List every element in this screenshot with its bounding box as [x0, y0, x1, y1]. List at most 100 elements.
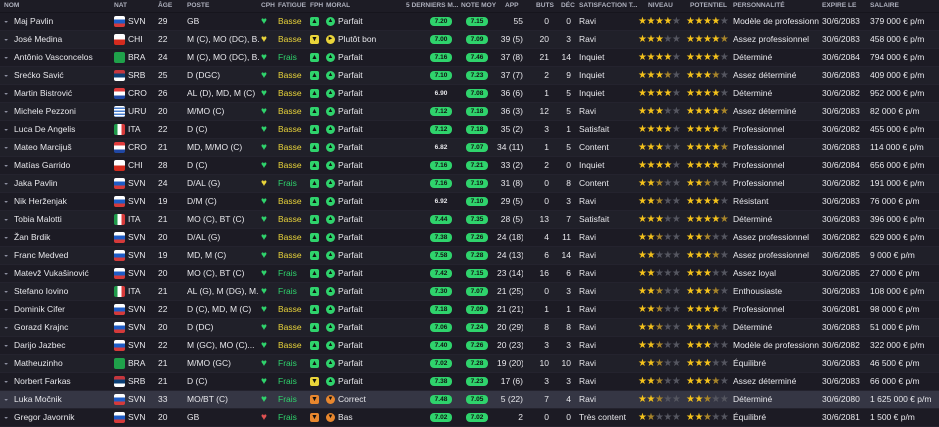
appearances: 17 (6) — [500, 376, 523, 386]
table-row[interactable]: ◒ Matías Garrido CHI 28 D (C) ♥ Basse ▲ ▲ Parfait… — [0, 157, 939, 175]
table-row[interactable]: ◒ Norbert Farkas SRB 21 D (C) ♥ Frais ▼ ▲ Parfait… — [0, 373, 939, 391]
goals: 4 — [544, 232, 549, 242]
player-name[interactable]: Mateo Marcijuš — [14, 139, 108, 156]
table-row[interactable]: ◒ José Medina CHI 22 M (C), MO (DC), B... ♥ Ba… — [0, 31, 939, 49]
table-row[interactable]: ◒ Mateo Marcijuš CRO 21 MD, M/MO (C) ♥ Basse ▲ ▲… — [0, 139, 939, 157]
goals: 8 — [544, 322, 549, 332]
potential-stars: ★★★★★ — [686, 322, 729, 333]
table-row[interactable]: ◒ Martin Bistrović CRO 26 AL (D), MD, M (C) ♥… — [0, 85, 939, 103]
avg-rating-pill: 7.24 — [466, 323, 488, 332]
salary: 396 000 € p/m — [870, 214, 925, 224]
player-name[interactable]: Darijo Jazbec — [14, 337, 108, 354]
player-name[interactable]: Matías Garrido — [14, 157, 108, 174]
table-row[interactable]: ◒ Srećko Savić SRB 25 D (DGC) ♥ Basse ▲ ▲ Parfait… — [0, 67, 939, 85]
player-name[interactable]: Gregor Javornik — [14, 409, 108, 426]
player-name[interactable]: Žan Brdik — [14, 229, 108, 246]
ability-stars: ★★★★★ — [638, 394, 681, 405]
player-name[interactable]: Matevž Vukašinović — [14, 265, 108, 282]
col-header-nat[interactable]: NAT — [114, 2, 127, 9]
table-row[interactable]: ◒ Maj Pavlin SVN 29 GB ♥ Basse ▲ ▲ Parfait 7.20 7.1… — [0, 13, 939, 31]
morale-icon: ▲ — [326, 161, 335, 170]
fatigue: Basse — [278, 16, 302, 26]
table-row[interactable]: ◒ Jaka Pavlin SVN 24 D/AL (G) ♥ Frais ▲ ▲ Parfait… — [0, 175, 939, 193]
col-header-age[interactable]: ÂGE — [158, 2, 172, 9]
player-name[interactable]: Srećko Savić — [14, 67, 108, 84]
personality: Assez loyal — [733, 268, 776, 278]
goals: 10 — [539, 358, 549, 368]
player-name[interactable]: José Medina — [14, 31, 108, 48]
col-header-moral[interactable]: MORAL — [326, 2, 350, 9]
morale: Parfait — [338, 16, 363, 26]
satisfaction: Inquiet — [579, 160, 605, 170]
appearances: 36 (3) — [500, 106, 523, 116]
table-row[interactable]: ◒ Nik Herženjak SVN 19 D/M (C) ♥ Basse ▲ ▲ Parfai… — [0, 193, 939, 211]
player-name[interactable]: Antônio Vasconcelos — [14, 49, 108, 66]
player-name[interactable]: Luca De Angelis — [14, 121, 108, 138]
form-rating-pill: 7.38 — [430, 233, 452, 242]
morale-icon: ▲ — [326, 197, 335, 206]
player-name[interactable]: Maj Pavlin — [14, 13, 108, 30]
table-row[interactable]: ◒ Tobia Malotti ITA 21 MO (C), BT (C) ♥ Basse ▲… — [0, 211, 939, 229]
table-row[interactable]: ◒ Matevž Vukašinović SVN 20 MO (C), BT (C) ♥ F… — [0, 265, 939, 283]
table-row[interactable]: ◒ Franc Medved SVN 19 MD, M (C) ♥ Basse ▲ ▲ Parfa… — [0, 247, 939, 265]
col-header-salaire[interactable]: SALAIRE — [870, 2, 899, 9]
table-row[interactable]: ◒ Luca De Angelis ITA 22 D (C) ♥ Basse ▲ ▲ Parfai… — [0, 121, 939, 139]
player-name[interactable]: Dominik Cifer — [14, 301, 108, 318]
player-name[interactable]: Gorazd Krajnc — [14, 319, 108, 336]
table-row[interactable]: ◒ Gorazd Krajnc SVN 20 D (DC) ♥ Basse ▲ ▲ Parfait… — [0, 319, 939, 337]
player-name[interactable]: Jaka Pavlin — [14, 175, 108, 192]
col-header-personnalite[interactable]: PERSONNALITÉ — [733, 2, 785, 9]
table-row[interactable]: ◒ Matheuzinho BRA 21 M/MO (GC) ♥ Frais ▲ ▲ Parfai… — [0, 355, 939, 373]
col-header-app[interactable]: APP — [505, 2, 519, 9]
col-header-satisfaction[interactable]: SATISFACTION T... — [579, 2, 638, 9]
table-row[interactable]: ◒ Gregor Javornik SVN 20 GB ♥ Frais ▼ ▼ Bas 7.02 7.… — [0, 409, 939, 427]
player-icon: ◒ — [4, 234, 9, 241]
position: D (DGC) — [187, 70, 221, 80]
table-row[interactable]: ◒ Stefano Iovino ITA 21 AL (G), M (DG), M...… — [0, 283, 939, 301]
table-row[interactable]: ◒ Žan Brdik SVN 20 D/AL (G) ♥ Basse ▲ ▲ Parfait 7.… — [0, 229, 939, 247]
col-header-expire[interactable]: EXPIRE LE — [822, 2, 856, 9]
table-row[interactable]: ◒ Michele Pezzoni URU 20 M/MO (C) ♥ Basse ▲ ▲ Par… — [0, 103, 939, 121]
col-header-forme[interactable]: 5 DERNIERS M... — [406, 2, 458, 9]
recent-form-bars — [406, 90, 430, 98]
col-header-poste[interactable]: POSTE — [187, 2, 209, 9]
player-name[interactable]: Franc Medved — [14, 247, 108, 264]
col-header-potentiel[interactable]: POTENTIEL — [690, 2, 727, 9]
nationality: SVN — [128, 250, 146, 260]
player-name[interactable]: Stefano Iovino — [14, 283, 108, 300]
table-row[interactable]: ◒ Luka Močnik SVN 33 MO/BT (C) ♥ Frais ▼ ▼ Correc… — [0, 391, 939, 409]
col-header-dec[interactable]: DÉC — [561, 2, 575, 9]
potential-stars: ★★★★★ — [686, 412, 729, 423]
player-name[interactable]: Norbert Farkas — [14, 373, 108, 390]
player-name[interactable]: Tobia Malotti — [14, 211, 108, 228]
position: D/M (C) — [187, 196, 217, 206]
col-header-note[interactable]: NOTE MOY — [461, 2, 496, 9]
player-name[interactable]: Nik Herženjak — [14, 193, 108, 210]
salary: 794 000 € p/m — [870, 52, 925, 62]
match-fitness-icon: ▼ — [310, 413, 319, 422]
assists: 14 — [561, 52, 571, 62]
table-row[interactable]: ◒ Antônio Vasconcelos BRA 24 M (C), MO (DC),… — [0, 49, 939, 67]
assists: 5 — [566, 88, 571, 98]
table-row[interactable]: ◒ Darijo Jazbec SVN 22 M (GC), MO (C)... ♥ Bas… — [0, 337, 939, 355]
player-name[interactable]: Matheuzinho — [14, 355, 108, 372]
col-header-fph[interactable]: FPH — [310, 2, 323, 9]
avg-rating-pill: 7.18 — [466, 107, 488, 116]
contract-expiry: 30/6/2085 — [822, 268, 860, 278]
col-header-niveau[interactable]: NIVEAU — [648, 2, 673, 9]
recent-form-bars — [406, 18, 430, 26]
col-header-buts[interactable]: BUTS — [536, 2, 554, 9]
morale-icon: ▲ — [326, 17, 335, 26]
col-header-cph[interactable]: CPH — [261, 2, 275, 9]
contract-expiry: 30/6/2082 — [822, 232, 860, 242]
table-row[interactable]: ◒ Dominik Cifer SVN 22 D (C), MD, M (C) ♥ Bass… — [0, 301, 939, 319]
col-header-fatigue[interactable]: FATIGUE — [278, 2, 306, 9]
player-name[interactable]: Michele Pezzoni — [14, 103, 108, 120]
fatigue: Frais — [278, 376, 297, 386]
age: 21 — [158, 286, 168, 296]
col-header-nom[interactable]: NOM — [4, 2, 19, 9]
assists: 3 — [566, 286, 571, 296]
flag-icon — [114, 178, 125, 189]
player-name[interactable]: Martin Bistrović — [14, 85, 108, 102]
player-name[interactable]: Luka Močnik — [14, 391, 108, 408]
